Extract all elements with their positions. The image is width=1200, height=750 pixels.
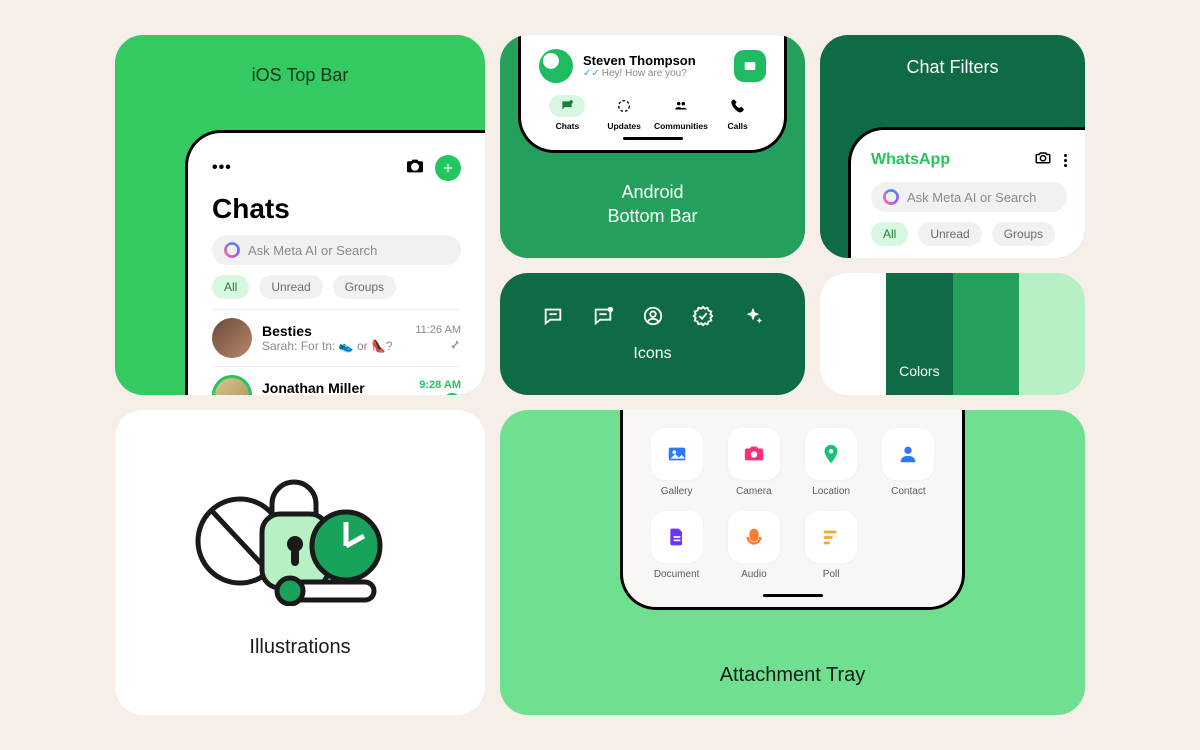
camera-icon[interactable]	[405, 158, 425, 179]
chip-unread[interactable]: Unread	[259, 275, 322, 299]
avatar	[212, 375, 252, 395]
attachment-gallery[interactable]: Gallery	[645, 428, 708, 497]
audio-icon	[728, 511, 780, 563]
community-icon	[663, 95, 699, 117]
call-icon	[720, 95, 756, 117]
illustration-graphic	[190, 466, 410, 606]
attachment-tray-card: GalleryCameraLocationContact DocumentAudi…	[500, 410, 1085, 715]
search-placeholder: Ask Meta AI or Search	[907, 190, 1036, 205]
color-swatch	[1019, 273, 1085, 395]
chip-all[interactable]: All	[871, 222, 908, 246]
card-title: Illustrations	[249, 636, 350, 659]
verified-icon	[692, 305, 714, 327]
chip-groups[interactable]: Groups	[992, 222, 1055, 246]
home-indicator	[763, 594, 823, 597]
chat-row[interactable]: Besties Sarah: For tn: 👟 or 👠? 11:26 AM	[212, 309, 461, 366]
home-indicator	[623, 137, 683, 140]
compose-button[interactable]	[734, 50, 766, 82]
search-input[interactable]: Ask Meta AI or Search	[871, 182, 1067, 212]
tab-chats[interactable]: Chats	[539, 95, 596, 131]
chat-time: 9:28 AM	[419, 379, 461, 391]
chip-unread[interactable]: Unread	[918, 222, 981, 246]
more-icon[interactable]: •••	[212, 159, 232, 177]
ios-top-bar-card: iOS Top Bar ••• Chats Ask Meta AI or Sea…	[115, 35, 485, 395]
chat-time: 11:26 AM	[415, 324, 461, 336]
gallery-icon	[651, 428, 703, 480]
chip-all[interactable]: All	[212, 275, 249, 299]
chat-name: Jonathan Miller	[262, 380, 409, 395]
tab-communities[interactable]: Communities	[653, 95, 710, 131]
search-input[interactable]: Ask Meta AI or Search	[212, 235, 461, 265]
read-check-icon: ✓✓	[583, 68, 600, 79]
document-icon	[651, 511, 703, 563]
tab-calls[interactable]: Calls	[709, 95, 766, 131]
camera-icon	[728, 428, 780, 480]
card-title: AndroidBottom Bar	[500, 180, 805, 228]
card-title: Chat Filters	[820, 57, 1085, 78]
android-bottom-bar-card: Steven Thompson ✓✓Hey! How are you? Chat…	[500, 35, 805, 258]
attachment-poll[interactable]: Poll	[800, 511, 863, 580]
chat-preview: Sarah: For tn: 👟 or 👠?	[262, 339, 405, 353]
tab-updates[interactable]: Updates	[596, 95, 653, 131]
message-icon	[542, 305, 564, 327]
colors-card: Colors	[820, 273, 1085, 395]
updates-icon	[606, 95, 642, 117]
attachment-document[interactable]: Document	[645, 511, 708, 580]
chat-preview: ✓✓Hey! How are you?	[583, 68, 724, 79]
attachment-grid: GalleryCameraLocationContact DocumentAudi…	[645, 428, 940, 580]
attachment-location[interactable]: Location	[800, 428, 863, 497]
chat-filters-card: Chat Filters WhatsApp Ask Meta AI or Sea…	[820, 35, 1085, 258]
chat-filters-phone-mock: WhatsApp Ask Meta AI or Search All Unrea…	[848, 127, 1085, 258]
unread-badge: 4	[443, 393, 461, 395]
card-title: iOS Top Bar	[115, 65, 485, 86]
new-chat-button[interactable]	[435, 155, 461, 181]
pin-icon	[449, 338, 461, 353]
avatar-circle-icon	[642, 305, 664, 327]
whatsapp-brand: WhatsApp	[871, 151, 950, 169]
location-icon	[805, 428, 857, 480]
overflow-menu-icon[interactable]	[1064, 154, 1067, 167]
chat-icon	[549, 95, 585, 117]
color-swatch	[820, 273, 886, 395]
attachment-audio[interactable]: Audio	[722, 511, 785, 580]
illustrations-card: Illustrations	[115, 410, 485, 715]
android-phone-mock: Steven Thompson ✓✓Hey! How are you? Chat…	[518, 35, 787, 153]
avatar	[539, 49, 573, 83]
bottom-tabs: Chats Updates Communities Calls	[539, 95, 766, 131]
meta-ai-icon	[224, 242, 240, 258]
icons-card: Icons	[500, 273, 805, 395]
attachment-camera[interactable]: Camera	[722, 428, 785, 497]
color-swatch: Colors	[886, 273, 952, 395]
chat-row[interactable]: Jonathan Miller 🎨 Sticker 9:28 AM 4	[212, 366, 461, 395]
chats-title: Chats	[212, 193, 461, 225]
chat-name: Besties	[262, 323, 405, 339]
attachment-phone-mock: GalleryCameraLocationContact DocumentAudi…	[620, 410, 965, 610]
color-swatch	[953, 273, 1019, 395]
poll-icon	[805, 511, 857, 563]
search-placeholder: Ask Meta AI or Search	[248, 243, 377, 258]
chat-name: Steven Thompson	[583, 53, 724, 68]
camera-icon[interactable]	[1034, 150, 1052, 170]
card-title: Attachment Tray	[720, 664, 866, 687]
attachment-contact[interactable]: Contact	[877, 428, 940, 497]
filter-chips: All Unread Groups	[212, 275, 461, 299]
chip-groups[interactable]: Groups	[333, 275, 396, 299]
meta-ai-icon	[883, 189, 899, 205]
chat-row[interactable]: Steven Thompson ✓✓Hey! How are you?	[539, 49, 766, 83]
card-title: Icons	[633, 345, 671, 363]
ios-phone-mock: ••• Chats Ask Meta AI or Search All Unre…	[185, 130, 485, 395]
filter-chips: All Unread Groups	[871, 222, 1067, 246]
contact-icon	[882, 428, 934, 480]
sparkle-icon	[742, 305, 764, 327]
card-title: Colors	[899, 363, 939, 379]
message-notification-icon	[592, 305, 614, 327]
avatar	[212, 318, 252, 358]
